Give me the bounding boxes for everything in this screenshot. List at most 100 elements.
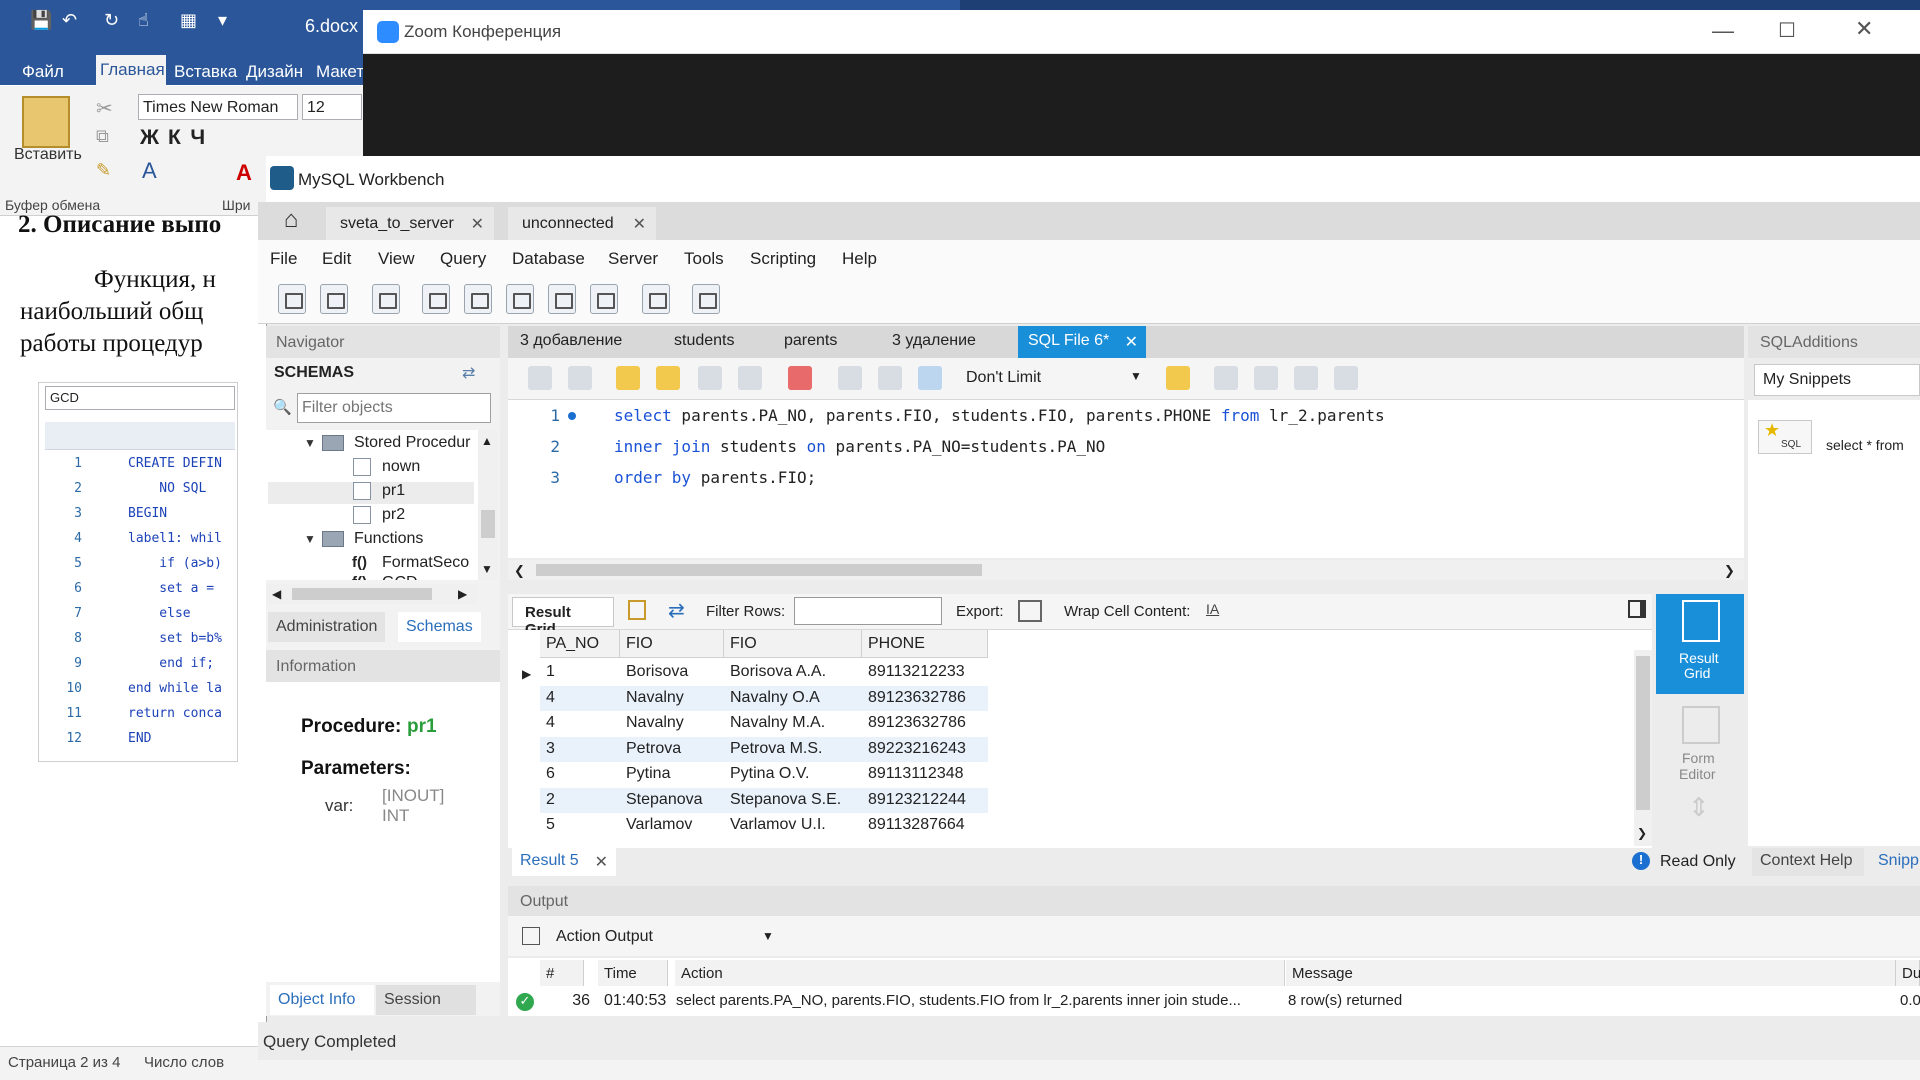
grid-cell[interactable]: Navalny M.A. [724, 711, 862, 736]
font-size-select[interactable]: 12 [302, 94, 362, 120]
scroll-left-icon[interactable]: ❮ [514, 563, 525, 579]
text-effects-icon[interactable]: A [142, 158, 157, 184]
word-counter[interactable]: Число слов [144, 1054, 224, 1071]
save-icon[interactable]: 💾 [30, 10, 52, 31]
execute-current-icon[interactable] [656, 366, 680, 390]
tree-item-procedure[interactable]: pr2 [382, 506, 405, 524]
tree-item-functions[interactable]: Functions [354, 530, 423, 548]
open-file-icon[interactable] [528, 366, 552, 390]
maximize-icon[interactable]: ☐ [1778, 18, 1796, 43]
output-column-header[interactable]: Time [598, 960, 668, 986]
menu-query[interactable]: Query [440, 249, 486, 269]
chevron-down-icon[interactable]: ▼ [762, 929, 774, 943]
commit-icon[interactable] [838, 366, 862, 390]
close-tab-icon[interactable]: ✕ [595, 852, 608, 872]
refresh-icon[interactable]: ⇄ [668, 598, 685, 623]
grid-cell[interactable]: Navalny [620, 711, 724, 736]
word-tab-insert[interactable]: Вставка [174, 62, 237, 82]
format-painter-icon[interactable]: ✎ [96, 160, 111, 181]
redo-icon[interactable]: ↻ [104, 10, 119, 31]
grid-cell[interactable]: 89113287664 [862, 813, 988, 838]
tab-snippets[interactable]: Snipp [1870, 848, 1920, 874]
tree-item-procedure[interactable]: pr1 [382, 482, 405, 500]
menu-database[interactable]: Database [512, 249, 585, 269]
output-column-header[interactable]: Action [675, 960, 1285, 986]
tree-item-stored-procedures[interactable]: Stored Procedur [354, 434, 471, 452]
word-tab-home[interactable]: Главная [96, 55, 166, 87]
editor-tab-active[interactable]: SQL File 6* ✕ [1018, 326, 1146, 358]
grid-cell[interactable]: Varlamov U.I. [724, 813, 862, 838]
paste-label[interactable]: Вставить [14, 146, 82, 164]
editor-tab[interactable]: 3 добавление [520, 332, 622, 350]
scroll-right-icon[interactable]: ❯ [1724, 563, 1735, 579]
grid-cell[interactable]: Varlamov [620, 813, 724, 838]
tab-schemas[interactable]: Schemas [398, 612, 481, 642]
grid-cell[interactable]: 1 [540, 660, 620, 685]
grid-cell[interactable]: Borisova [620, 660, 724, 685]
grid-column-header[interactable]: FIO [724, 630, 862, 658]
find-icon[interactable] [1254, 366, 1278, 390]
grid-cell[interactable]: Pytina O.V. [724, 762, 862, 787]
tree-scroll-thumb[interactable] [481, 510, 495, 538]
snippet-item[interactable]: select * from [1826, 437, 1904, 453]
rollback-icon[interactable] [878, 366, 902, 390]
grid-cell[interactable]: Pytina [620, 762, 724, 787]
menu-scripting[interactable]: Scripting [750, 249, 816, 269]
close-tab-icon[interactable]: ✕ [1125, 332, 1138, 352]
execute-icon[interactable] [616, 366, 640, 390]
create-function-icon[interactable] [590, 284, 618, 314]
output-column-header[interactable]: # [540, 960, 584, 986]
tree-item-procedure[interactable]: nown [382, 458, 420, 476]
create-schema-icon[interactable] [422, 284, 450, 314]
word-tab-design[interactable]: Дизайн [246, 62, 303, 82]
expand-arrow-icon[interactable]: ▼ [304, 436, 316, 450]
scroll-right-icon[interactable]: ▶ [458, 587, 467, 601]
tab-session[interactable]: Session [376, 985, 476, 1015]
grid-cell[interactable]: 89113212233 [862, 660, 988, 685]
create-table-icon[interactable] [464, 284, 492, 314]
font-color-icon[interactable]: A [236, 160, 252, 186]
wrap-lines-icon[interactable] [1334, 366, 1358, 390]
customize-icon[interactable]: ▦ [180, 10, 197, 31]
scroll-up-icon[interactable]: ▲ [481, 434, 493, 448]
create-view-icon[interactable] [506, 284, 534, 314]
font-name-select[interactable]: Times New Roman [138, 94, 298, 120]
code-line[interactable]: order by parents.FIO; [614, 468, 816, 487]
create-procedure-icon[interactable] [548, 284, 576, 314]
menu-help[interactable]: Help [842, 249, 877, 269]
code-line[interactable]: select parents.PA_NO, parents.FIO, stude… [614, 406, 1385, 425]
export-icon[interactable] [1018, 600, 1042, 622]
grid-cell[interactable]: Navalny O.A [724, 686, 862, 711]
paste-icon[interactable] [22, 96, 70, 148]
menu-view[interactable]: View [378, 249, 415, 269]
limit-select[interactable]: Don't Limit [966, 369, 1041, 387]
grid-cell[interactable]: 89123212244 [862, 788, 988, 813]
output-type-select[interactable]: Action Output [548, 922, 776, 952]
editor-tab[interactable]: 3 удаление [892, 332, 976, 350]
autocommit-icon[interactable] [918, 366, 942, 390]
grid-cell[interactable]: 3 [540, 737, 620, 762]
filter-objects-input[interactable] [297, 393, 491, 423]
search-table-data-icon[interactable] [642, 284, 670, 314]
grid-cell[interactable]: 2 [540, 788, 620, 813]
copy-output-icon[interactable] [522, 927, 540, 945]
cut-icon[interactable]: ✂ [96, 96, 113, 121]
word-tab-layout[interactable]: Макет [316, 62, 364, 82]
home-icon[interactable]: ⌂ [270, 206, 312, 236]
connection-tab-unconnected[interactable]: unconnected ✕ [508, 207, 656, 240]
grid-column-header[interactable]: PHONE [862, 630, 988, 658]
grid-cell[interactable]: Petrova [620, 737, 724, 762]
grid-layout-icon[interactable] [628, 600, 646, 620]
editor-hscroll-thumb[interactable] [536, 564, 982, 576]
side-button-label[interactable]: Editor [1679, 766, 1716, 782]
editor-tab[interactable]: students [674, 332, 734, 350]
open-sql-script-icon[interactable] [320, 284, 348, 314]
grid-cell[interactable]: 89123632786 [862, 686, 988, 711]
tab-context-help[interactable]: Context Help [1752, 848, 1864, 876]
grid-scroll-thumb[interactable] [1636, 656, 1650, 810]
menu-file[interactable]: File [270, 249, 297, 269]
menu-tools[interactable]: Tools [684, 249, 724, 269]
tree-item-function[interactable]: GCD [382, 574, 418, 580]
tree-hscroll-thumb[interactable] [292, 588, 432, 600]
tab-administration[interactable]: Administration [268, 612, 386, 642]
